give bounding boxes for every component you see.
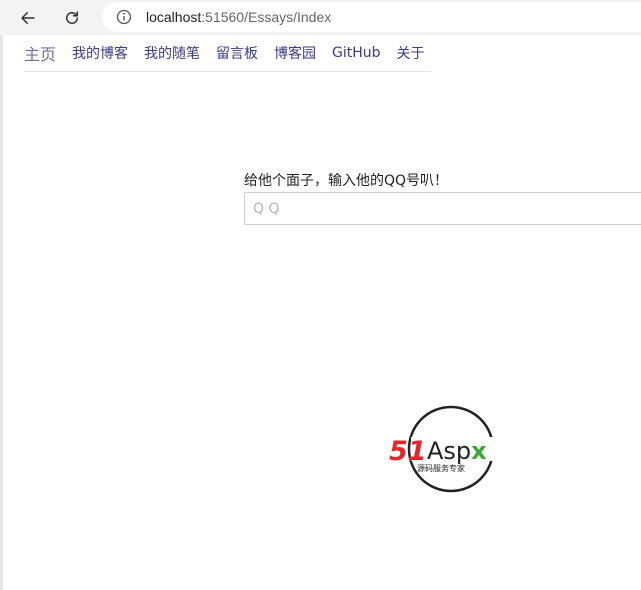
qq-input[interactable] — [244, 192, 641, 225]
browser-toolbar: localhost:51560/Essays/Index — [0, 0, 641, 35]
logo-brand-text: Aspx — [427, 437, 487, 465]
nav-github-link[interactable]: GitHub — [332, 45, 381, 61]
top-navigation: 主页 我的博客 我的随笔 留言板 博客园 GitHub 关于 — [24, 35, 431, 72]
back-button[interactable] — [13, 3, 43, 33]
url-path: :51560/Essays/Index — [201, 9, 332, 25]
nav-about-link[interactable]: 关于 — [397, 43, 425, 63]
nav-cnblogs-link[interactable]: 博客园 — [274, 43, 316, 63]
address-bar[interactable]: localhost:51560/Essays/Index — [102, 2, 641, 32]
url-host: localhost — [146, 9, 202, 25]
51aspx-logo: 51 Aspx 源码服务专家 — [389, 405, 503, 493]
page-content: 主页 我的博客 我的随笔 留言板 博客园 GitHub 关于 给他个面子，输入他… — [0, 35, 641, 590]
nav-my-blog-link[interactable]: 我的博客 — [72, 43, 128, 63]
qq-prompt-label: 给他个面子，输入他的QQ号叭！ — [244, 173, 449, 189]
logo-number: 51 — [389, 436, 427, 467]
nav-my-essays-link[interactable]: 我的随笔 — [144, 43, 200, 63]
nav-message-board-link[interactable]: 留言板 — [216, 43, 258, 63]
info-icon[interactable] — [116, 9, 132, 25]
logo-tagline: 源码服务专家 — [417, 463, 465, 473]
nav-home-link[interactable]: 主页 — [24, 41, 56, 65]
arrow-left-icon — [21, 12, 35, 24]
url-text: localhost:51560/Essays/Index — [146, 9, 331, 25]
reload-button[interactable] — [57, 3, 87, 33]
reload-icon — [66, 11, 78, 24]
